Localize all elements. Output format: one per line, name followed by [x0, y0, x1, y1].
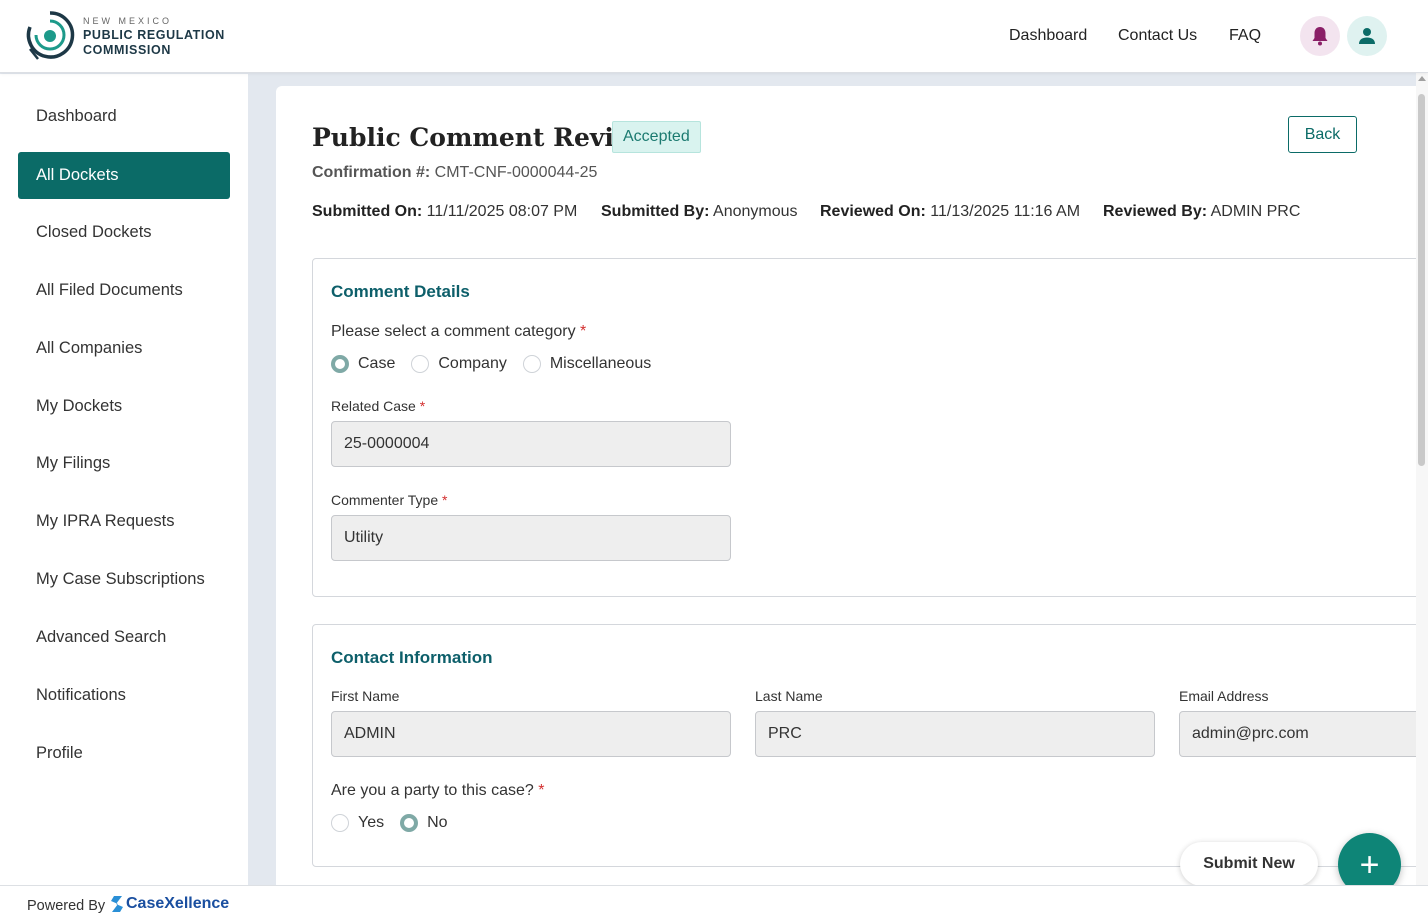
sidebar-item-my-dockets[interactable]: My Dockets	[18, 383, 230, 430]
radio-label-miscellaneous: Miscellaneous	[549, 355, 652, 372]
logo-text: NEW MEXICO PUBLIC REGULATION COMMISSION	[83, 16, 225, 57]
commenter-type-label-text: Commenter Type	[331, 492, 439, 508]
submit-new-button[interactable]: Submit New	[1180, 842, 1318, 886]
category-question: Please select a comment category *	[331, 323, 586, 341]
top-header: NEW MEXICO PUBLIC REGULATION COMMISSION …	[0, 0, 1428, 73]
email-field[interactable]: admin@prc.com	[1179, 711, 1416, 757]
top-nav-contact-us[interactable]: Contact Us	[1118, 27, 1197, 45]
meta-label: Submitted By:	[601, 203, 710, 220]
sidebar-item-advanced-search[interactable]: Advanced Search	[18, 614, 230, 661]
confirmation-value: CMT-CNF-0000044-25	[434, 164, 598, 181]
radio-company[interactable]	[411, 355, 430, 373]
meta-value: ADMIN PRC	[1210, 203, 1301, 220]
main-panel: Public Comment Review Accepted Back Conf…	[276, 86, 1416, 886]
first-name-label: First Name	[331, 688, 400, 704]
party-question-text: Are you a party to this case?	[331, 782, 534, 799]
sidebar-item-my-filings[interactable]: My Filings	[18, 440, 230, 487]
sidebar-item-my-case-subscriptions[interactable]: My Case Subscriptions	[18, 556, 230, 603]
meta-value: 11/11/2025 08:07 PM	[426, 203, 578, 220]
radio-label-case: Case	[358, 355, 396, 372]
comment-details-card: Comment Details Please select a comment …	[312, 258, 1416, 597]
casexellence-brand: CaseXellence	[126, 895, 230, 912]
top-nav-dashboard[interactable]: Dashboard	[1009, 27, 1087, 45]
notifications-button[interactable]	[1300, 16, 1340, 56]
scroll-up-arrow-icon[interactable]	[1418, 76, 1426, 81]
meta-submitted-by: Submitted By: Anonymous	[601, 203, 798, 221]
sidebar-item-my-ipra-requests[interactable]: My IPRA Requests	[18, 498, 230, 545]
last-name-field[interactable]: PRC	[755, 711, 1155, 757]
commenter-type-label: Commenter Type *	[331, 492, 447, 508]
sidebar-item-closed-dockets[interactable]: Closed Dockets	[18, 209, 230, 256]
commenter-type-field[interactable]: Utility	[331, 515, 731, 561]
prc-logo[interactable]: NEW MEXICO PUBLIC REGULATION COMMISSION	[24, 9, 244, 65]
radio-label-yes: Yes	[358, 814, 385, 831]
logo-line-3: COMMISSION	[83, 43, 171, 57]
party-radio-group: Yes No	[331, 814, 464, 832]
account-button[interactable]	[1347, 16, 1387, 56]
required-marker: *	[538, 782, 545, 799]
related-case-label: Related Case *	[331, 398, 425, 414]
sidebar-item-profile[interactable]: Profile	[18, 730, 230, 777]
meta-label: Submitted On:	[312, 203, 423, 220]
page-title: Public Comment Review	[312, 123, 652, 152]
logo-line-2: PUBLIC REGULATION	[83, 28, 225, 42]
sidebar-item-all-filed-documents[interactable]: All Filed Documents	[18, 267, 230, 314]
status-badge: Accepted	[612, 121, 701, 153]
last-name-label: Last Name	[755, 688, 823, 704]
sidebar-item-notifications[interactable]: Notifications	[18, 672, 230, 719]
first-name-field[interactable]: ADMIN	[331, 711, 731, 757]
meta-value: Anonymous	[713, 203, 798, 220]
casexellence-mark-icon	[111, 896, 123, 912]
meta-value: 11/13/2025 11:16 AM	[930, 203, 1081, 220]
party-question: Are you a party to this case? *	[331, 782, 544, 800]
prc-logo-mark-icon	[26, 11, 75, 60]
meta-submitted-on: Submitted On: 11/11/2025 08:07 PM	[312, 203, 577, 221]
casexellence-logo: CaseXellence	[110, 895, 229, 913]
radio-yes[interactable]	[331, 814, 349, 832]
category-question-text: Please select a comment category	[331, 323, 576, 340]
sidebar-item-all-companies[interactable]: All Companies	[18, 325, 230, 372]
logo-line-1: NEW MEXICO	[83, 16, 173, 26]
sidebar-item-all-dockets[interactable]: All Dockets	[18, 152, 230, 199]
meta-reviewed-on: Reviewed On: 11/13/2025 11:16 AM	[820, 203, 1080, 221]
sidebar: Dashboard All Dockets Closed Dockets All…	[0, 74, 248, 885]
comment-details-title: Comment Details	[331, 282, 470, 301]
confirmation-number: Confirmation #: CMT-CNF-0000044-25	[312, 164, 597, 182]
category-radio-group: Case Company Miscellaneous	[331, 355, 667, 373]
meta-label: Reviewed On:	[820, 203, 926, 220]
plus-icon: +	[1359, 845, 1380, 884]
meta-label: Reviewed By:	[1103, 203, 1208, 220]
required-marker: *	[442, 492, 448, 508]
radio-label-company: Company	[438, 355, 507, 372]
email-label: Email Address	[1179, 688, 1269, 704]
required-marker: *	[419, 398, 426, 414]
related-case-field[interactable]: 25-0000004	[331, 421, 731, 467]
back-button[interactable]: Back	[1288, 116, 1357, 153]
bell-icon	[1312, 27, 1328, 46]
confirmation-label: Confirmation #:	[312, 164, 431, 181]
powered-by-label: Powered By	[27, 898, 106, 914]
radio-label-no: No	[427, 814, 448, 831]
user-icon	[1359, 28, 1375, 44]
sidebar-item-dashboard[interactable]: Dashboard	[18, 93, 230, 140]
radio-no[interactable]	[400, 814, 419, 832]
related-case-label-text: Related Case	[331, 398, 416, 414]
contact-information-card: Contact Information First Name ADMIN Las…	[312, 624, 1416, 867]
scrollbar-thumb[interactable]	[1418, 94, 1425, 466]
radio-miscellaneous[interactable]	[522, 355, 541, 373]
contact-information-title: Contact Information	[331, 648, 493, 667]
footer: Powered By CaseXellence	[0, 885, 1428, 923]
required-marker: *	[580, 323, 587, 340]
radio-case[interactable]	[331, 355, 349, 373]
meta-reviewed-by: Reviewed By: ADMIN PRC	[1103, 203, 1300, 221]
top-nav-faq[interactable]: FAQ	[1229, 27, 1261, 45]
